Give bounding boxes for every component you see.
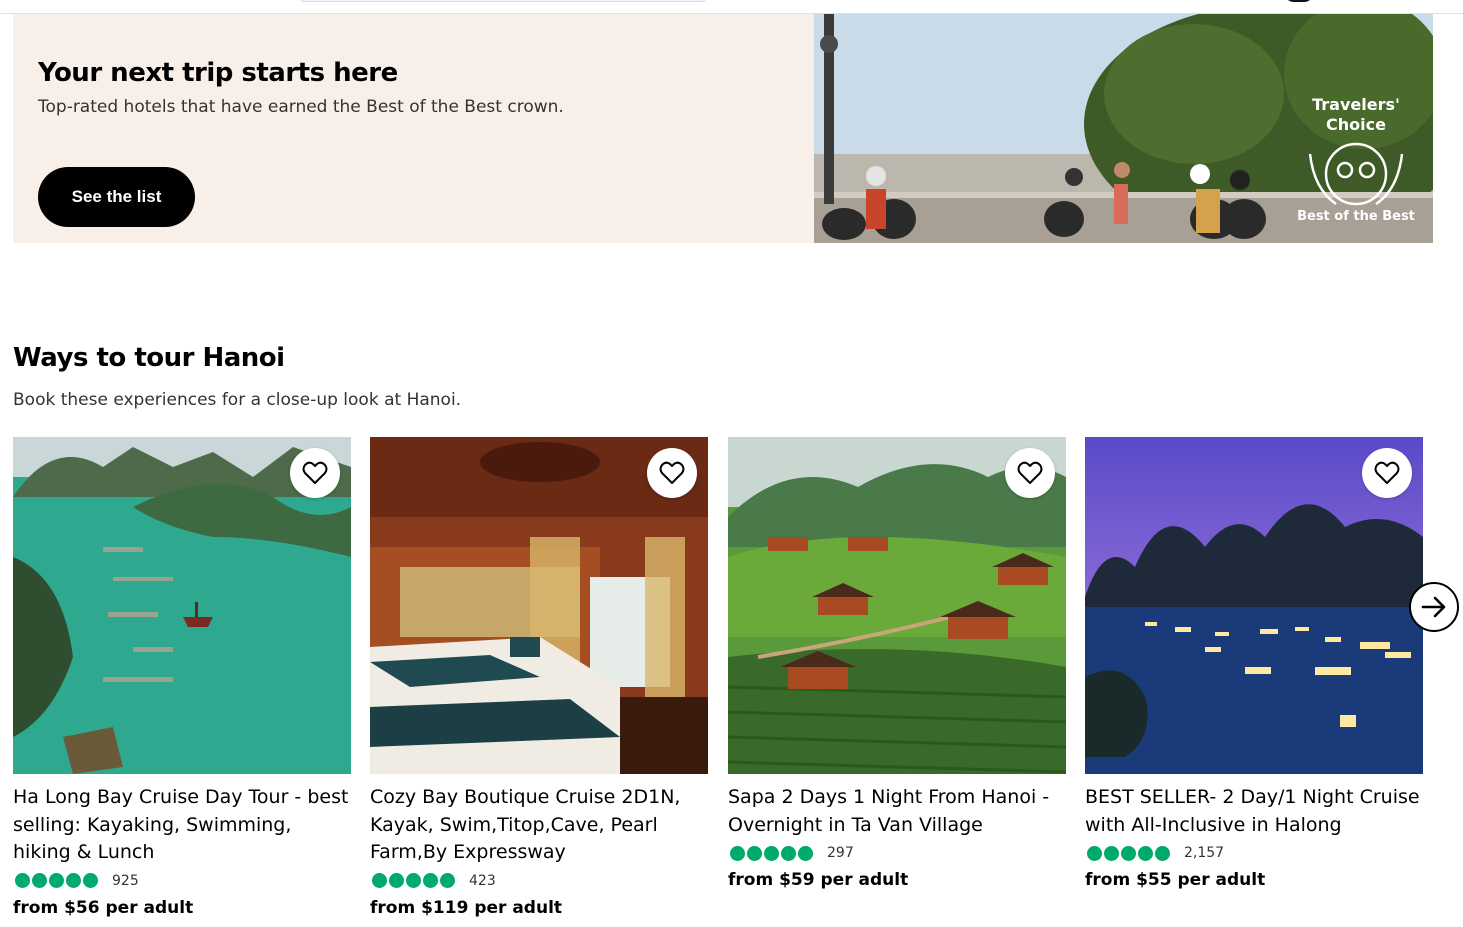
heart-outline-icon [302, 461, 328, 484]
rating-bubble-icon [1155, 845, 1170, 861]
tour-photo[interactable] [13, 437, 351, 774]
tour-price: from $59 per adult [728, 870, 909, 890]
rating-bubble-icon [49, 873, 64, 888]
rating-bubble-icon [747, 845, 762, 861]
tour-price: from $55 per adult [1085, 870, 1266, 890]
rating-bubble-icon [798, 845, 813, 861]
rating-bubble-icon [15, 873, 30, 888]
heart-outline-icon [1374, 461, 1400, 484]
rating-bubble-icon [423, 873, 438, 888]
heart-outline-icon [1017, 461, 1043, 484]
rating-bubble-icon [1104, 845, 1119, 861]
rating-bubble-icon [389, 873, 404, 888]
see-the-list-button[interactable]: See the list [38, 167, 195, 227]
tour-card[interactable]: Cozy Bay Boutique Cruise 2D1N, Kayak, Sw… [370, 437, 708, 921]
tour-photo[interactable] [370, 437, 708, 774]
rating-bubble-icon [83, 873, 98, 888]
badge-line-2: Choice [1326, 115, 1386, 134]
rating-bubble-icon [730, 845, 745, 861]
rating-bubble-icon [1121, 845, 1136, 861]
rating-bubble-icon [1087, 845, 1102, 861]
rating-row: 423 [370, 867, 708, 895]
review-count: 423 [469, 872, 496, 889]
tour-photo[interactable] [728, 437, 1066, 774]
tour-price: from $119 per adult [370, 897, 563, 918]
rating-row: 925 [13, 867, 351, 895]
rating-bubbles [730, 845, 813, 861]
section-subtitle: Book these experiences for a close-up lo… [13, 390, 462, 410]
tour-card[interactable]: BEST SELLER- 2 Day/1 Night Cruise with A… [1085, 437, 1423, 893]
rating-bubble-icon [32, 873, 47, 888]
review-count: 2,157 [1184, 845, 1225, 861]
tour-title[interactable]: Sapa 2 Days 1 Night From Hanoi - Overnig… [728, 784, 1066, 839]
save-to-trip-button[interactable] [1005, 448, 1055, 498]
tour-card[interactable]: Sapa 2 Days 1 Night From Hanoi - Overnig… [728, 437, 1066, 893]
rating-bubble-icon [764, 845, 779, 861]
search-bar[interactable] [300, 0, 706, 2]
section-title: Ways to tour Hanoi [13, 343, 285, 373]
promo-banner: Your next trip starts here Top-rated hot… [13, 14, 1433, 243]
promo-photo: Travelers' Choice Best of the Best [814, 14, 1433, 243]
review-count: 925 [112, 872, 139, 889]
rating-bubbles [15, 873, 98, 888]
tour-photo[interactable] [1085, 437, 1423, 774]
rating-row: 2,157 [1085, 839, 1423, 867]
tour-price: from $56 per adult [13, 897, 194, 918]
top-navigation-bar [0, 0, 1463, 14]
rating-bubble-icon [440, 873, 455, 888]
rating-bubble-icon [66, 873, 81, 888]
rating-bubbles [1087, 845, 1170, 861]
rating-bubbles [372, 873, 455, 888]
rating-row: 297 [728, 839, 1066, 867]
promo-title: Your next trip starts here [38, 58, 398, 88]
badge-line-1: Travelers' [1312, 95, 1400, 114]
rating-bubble-icon [372, 873, 387, 888]
rating-bubble-icon [1138, 845, 1153, 861]
badge-line-3: Best of the Best [1297, 209, 1415, 224]
save-to-trip-button[interactable] [1362, 448, 1412, 498]
profile-avatar[interactable] [1284, 0, 1314, 2]
arrow-right-icon [1421, 596, 1446, 618]
save-to-trip-button[interactable] [290, 448, 340, 498]
rating-bubble-icon [781, 845, 796, 861]
heart-outline-icon [659, 461, 685, 484]
save-to-trip-button[interactable] [647, 448, 697, 498]
tour-card[interactable]: Ha Long Bay Cruise Day Tour - best selli… [13, 437, 351, 921]
review-count: 297 [827, 845, 854, 861]
carousel-next-button[interactable] [1409, 582, 1459, 632]
promo-subtitle: Top-rated hotels that have earned the Be… [38, 97, 564, 117]
tour-title[interactable]: Ha Long Bay Cruise Day Tour - best selli… [13, 784, 351, 867]
tour-title[interactable]: BEST SELLER- 2 Day/1 Night Cruise with A… [1085, 784, 1423, 839]
tour-title[interactable]: Cozy Bay Boutique Cruise 2D1N, Kayak, Sw… [370, 784, 708, 867]
rating-bubble-icon [406, 873, 421, 888]
